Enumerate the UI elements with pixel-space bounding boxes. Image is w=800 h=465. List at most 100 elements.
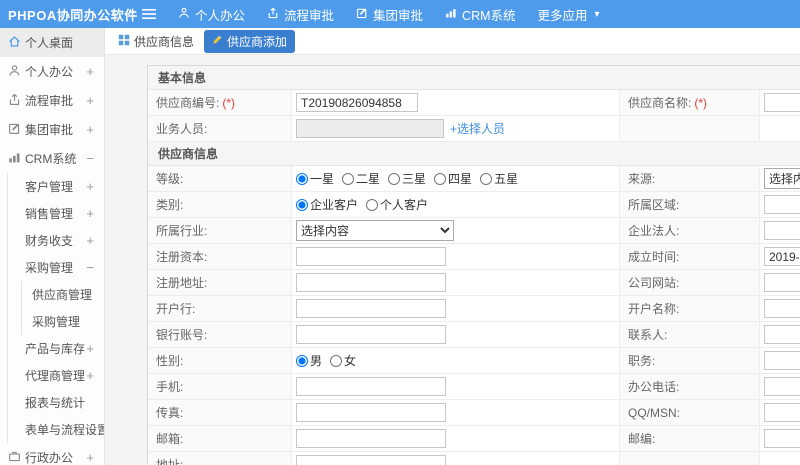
field-label: 邮箱: (148, 426, 292, 451)
sidebar-item-customer-mgmt[interactable]: 客户管理 + (8, 173, 104, 200)
supplier-add-form: 基本信息 供应商编号: (*) 供应商名称: (*) 业务人员: (147, 65, 800, 465)
address-input[interactable] (296, 455, 446, 465)
form-row: 所属行业: 选择内容 企业法人: (148, 218, 800, 244)
nav-crm-system[interactable]: CRM系统 (445, 5, 516, 24)
expand-toggle[interactable]: + (86, 450, 94, 465)
tab-label: 供应商添加 (227, 34, 288, 49)
field-label: QQ/MSN: (620, 400, 760, 425)
person-icon (8, 64, 21, 80)
person-icon (178, 7, 190, 22)
sidebar-item-admin-office[interactable]: 行政办公 + (0, 443, 104, 465)
supplier-no-input[interactable] (296, 93, 418, 112)
fax-input[interactable] (296, 403, 446, 422)
registered-capital-input[interactable] (296, 247, 446, 266)
office-phone-input[interactable] (764, 377, 800, 396)
collapse-toggle[interactable]: − (86, 260, 94, 275)
sales-person-input[interactable] (296, 119, 444, 138)
gender-option[interactable]: 女 (330, 352, 356, 369)
sidebar-item-label: 财务收支 (25, 234, 74, 248)
level-option[interactable]: 五星 (480, 170, 518, 187)
form-row: 传真: QQ/MSN: (148, 400, 800, 426)
sidebar-item-group-approval[interactable]: 集团审批 + (0, 115, 104, 144)
expand-toggle[interactable]: + (86, 368, 94, 383)
sidebar-item-supplier-mgmt[interactable]: 供应商管理 (22, 281, 104, 308)
source-select[interactable]: 选择内容 (764, 168, 800, 189)
field-label: 注册资本: (148, 244, 292, 269)
collapse-toggle[interactable]: − (86, 151, 94, 166)
sidebar-item-purchase-mgmt[interactable]: 采购管理 − (8, 254, 104, 281)
sidebar-item-personal-office[interactable]: 个人办公 + (0, 57, 104, 86)
nav-label: 流程审批 (284, 8, 335, 23)
gender-option[interactable]: 男 (296, 352, 322, 369)
nav-label: CRM系统 (462, 8, 516, 23)
form-row: 地址: (148, 452, 800, 465)
qq-msn-input[interactable] (764, 403, 800, 422)
form-row: 开户行: 开户名称: (148, 296, 800, 322)
sidebar-item-label: 销售管理 (25, 207, 74, 221)
tab-supplier-info[interactable]: 供应商信息 (118, 33, 194, 50)
sidebar-item-workflow-approval[interactable]: 流程审批 + (0, 86, 104, 115)
expand-toggle[interactable]: + (86, 233, 94, 248)
expand-toggle[interactable]: + (86, 341, 94, 356)
sidebar-item-label: CRM系统 (25, 152, 77, 166)
expand-toggle[interactable]: + (86, 93, 94, 108)
category-option[interactable]: 个人客户 (366, 196, 428, 213)
industry-select[interactable]: 选择内容 (296, 220, 454, 241)
sidebar-item-label: 采购管理 (25, 261, 74, 275)
registered-address-input[interactable] (296, 273, 446, 292)
briefcase-icon (8, 450, 21, 465)
field-label: 开户名称: (620, 296, 760, 321)
expand-toggle[interactable]: + (86, 179, 94, 194)
mobile-input[interactable] (296, 377, 446, 396)
sidebar-item-sales-mgmt[interactable]: 销售管理 + (8, 200, 104, 227)
sidebar-item-purchasing[interactable]: 采购管理 (22, 308, 104, 335)
legal-person-input[interactable] (764, 221, 800, 240)
website-input[interactable] (764, 273, 800, 292)
topbar-nav: 个人办公 流程审批 集团审批 CRM系统 更多应用 ▾ (178, 5, 622, 24)
tab-label: 供应商信息 (134, 34, 195, 49)
nav-personal-office[interactable]: 个人办公 (178, 5, 245, 24)
field-label: 银行账号: (148, 322, 292, 347)
hamburger-menu-icon[interactable] (142, 8, 156, 20)
position-input[interactable] (764, 351, 800, 370)
nav-workflow-approval[interactable]: 流程审批 (267, 5, 334, 24)
contact-input[interactable] (764, 325, 800, 344)
level-option[interactable]: 二星 (342, 170, 380, 187)
nav-group-approval[interactable]: 集团审批 (356, 5, 423, 24)
sidebar-item-finance[interactable]: 财务收支 + (8, 227, 104, 254)
founded-date-input[interactable] (764, 247, 800, 266)
bank-account-input[interactable] (296, 325, 446, 344)
sidebar-item-crm-system[interactable]: CRM系统 − (0, 144, 104, 173)
field-label: 供应商名称: (*) (620, 90, 760, 115)
select-person-link[interactable]: +选择人员 (450, 120, 505, 137)
account-name-input[interactable] (764, 299, 800, 318)
sidebar-item-label: 采购管理 (32, 315, 81, 329)
bank-input[interactable] (296, 299, 446, 318)
region-input[interactable] (764, 195, 800, 214)
sidebar-item-label: 报表与统计 (25, 396, 86, 410)
email-input[interactable] (296, 429, 446, 448)
sidebar-item-agent-mgmt[interactable]: 代理商管理 + (8, 362, 104, 389)
field-label: 性别: (148, 348, 292, 373)
sidebar-item-label: 行政办公 (25, 451, 74, 465)
field-label: 所属行业: (148, 218, 292, 243)
expand-toggle[interactable]: + (86, 206, 94, 221)
nav-more-apps[interactable]: 更多应用 ▾ (538, 5, 600, 24)
sidebar-item-label: 流程审批 (25, 94, 74, 108)
expand-toggle[interactable]: + (86, 64, 94, 79)
field-label: 类别: (148, 192, 292, 217)
category-option[interactable]: 企业客户 (296, 196, 358, 213)
zipcode-input[interactable] (764, 429, 800, 448)
sidebar-item-form-flow-settings[interactable]: 表单与流程设置 + (8, 416, 104, 443)
tab-supplier-add[interactable]: 供应商添加 (204, 29, 296, 53)
level-option[interactable]: 一星 (296, 170, 334, 187)
level-option[interactable]: 三星 (388, 170, 426, 187)
level-option[interactable]: 四星 (434, 170, 472, 187)
sidebar-item-product-inventory[interactable]: 产品与库存 + (8, 335, 104, 362)
gender-radio-group: 男 女 (296, 352, 356, 369)
expand-toggle[interactable]: + (86, 122, 94, 137)
supplier-name-input[interactable] (764, 93, 800, 112)
section-basic-info: 基本信息 (148, 66, 800, 90)
sidebar-item-reports-stats[interactable]: 报表与统计 (8, 389, 104, 416)
sidebar-item-personal-desktop[interactable]: 个人桌面 (0, 28, 104, 57)
